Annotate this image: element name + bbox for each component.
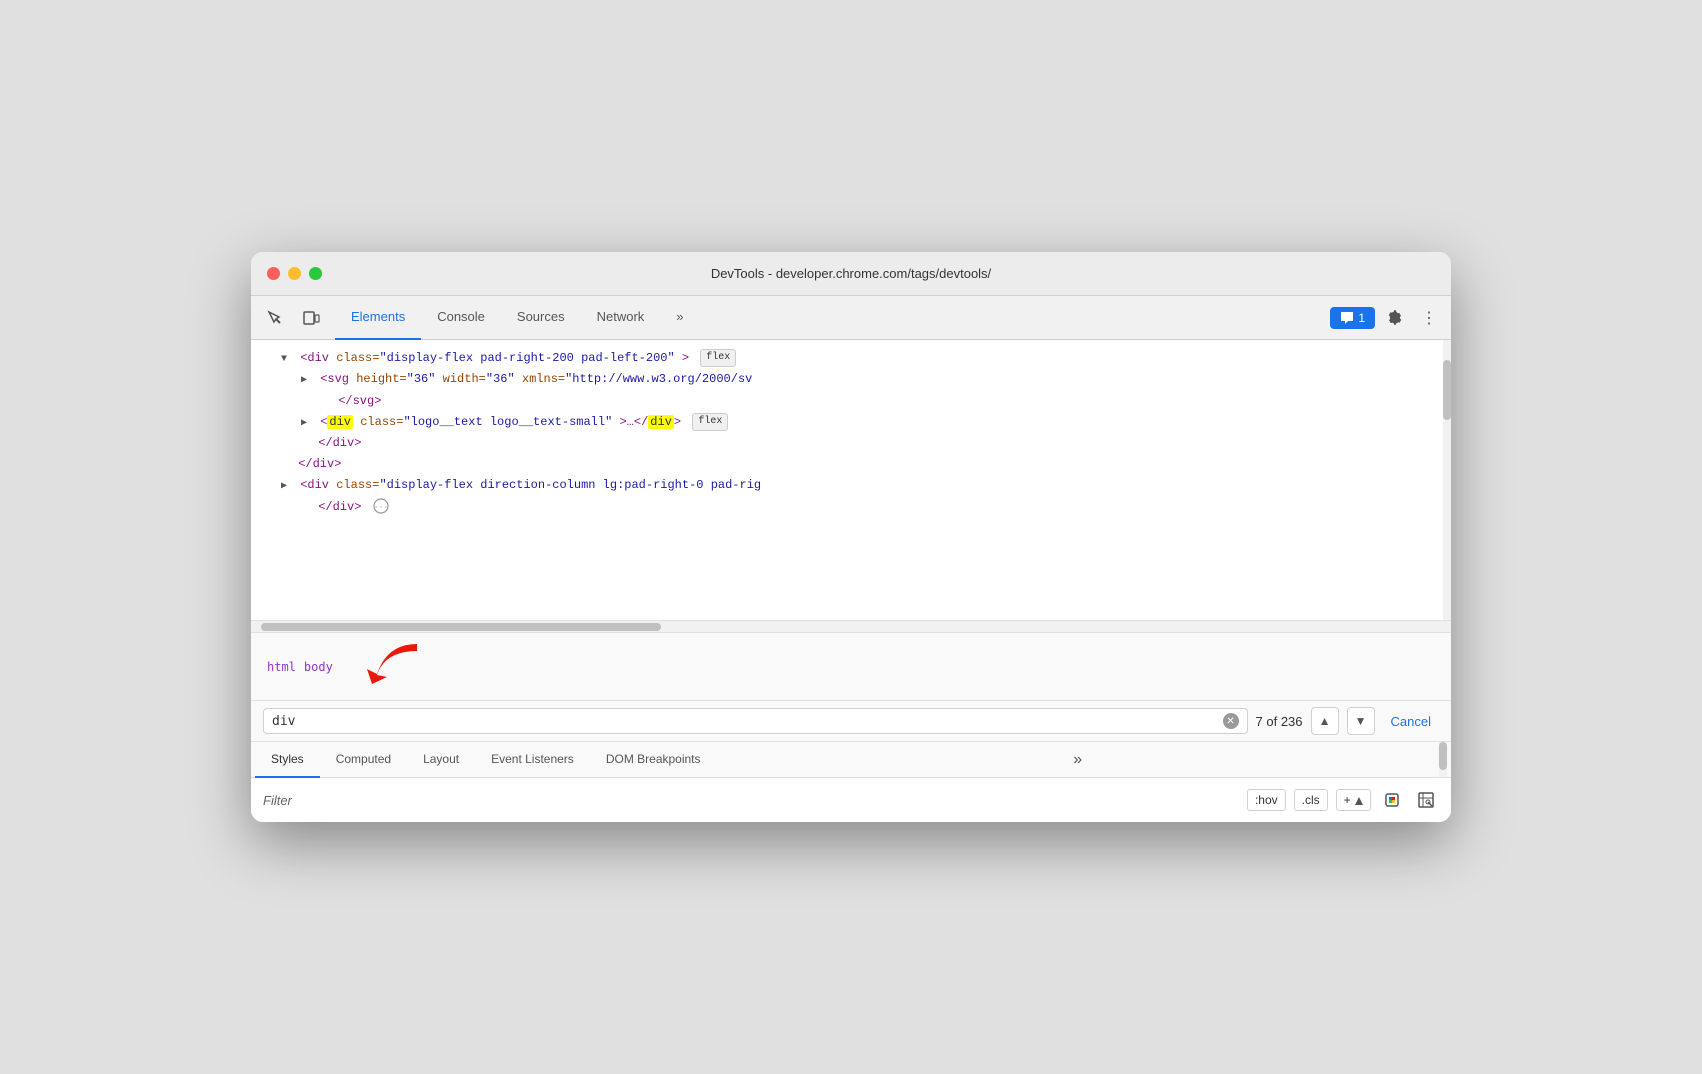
bottom-right-scrollbar <box>1439 742 1447 777</box>
dom-line-1[interactable]: ▼ <div class="display-flex pad-right-200… <box>251 348 1451 369</box>
main-tabs: Elements Console Sources Network » <box>335 296 1326 340</box>
color-picker-button[interactable] <box>1379 787 1405 813</box>
flex-badge-2: flex <box>692 413 728 431</box>
search-bar: ✕ 7 of 236 ▲ ▼ Cancel <box>251 701 1451 742</box>
dom-line-3[interactable]: </svg> <box>251 391 1451 412</box>
breadcrumb-body[interactable]: body <box>300 660 337 674</box>
device-toolbar-button[interactable] <box>295 302 327 334</box>
dom-line-2[interactable]: ▶ <svg height="36" width="36" xmlns="htt… <box>251 369 1451 390</box>
filter-bar: Filter :hov .cls + <box>251 778 1451 822</box>
svg-text:···: ··· <box>373 503 387 512</box>
tab-event-listeners[interactable]: Event Listeners <box>475 742 590 778</box>
flex-badge-1: flex <box>700 349 736 367</box>
cls-button[interactable]: .cls <box>1294 789 1328 811</box>
window-title: DevTools - developer.chrome.com/tags/dev… <box>711 266 991 281</box>
bottom-scrollbar-thumb <box>1439 742 1447 770</box>
titlebar-controls <box>267 267 322 280</box>
tab-dom-breakpoints[interactable]: DOM Breakpoints <box>590 742 717 778</box>
search-cancel-button[interactable]: Cancel <box>1383 714 1439 729</box>
breadcrumb-bar: html body <box>251 632 1451 701</box>
dom-line-5[interactable]: </div> <box>251 433 1451 454</box>
dom-line-7[interactable]: ▶ <div class="display-flex direction-col… <box>251 475 1451 496</box>
filter-actions: :hov .cls + <box>1247 787 1439 813</box>
search-input[interactable] <box>272 714 1219 729</box>
search-count: 7 of 236 <box>1256 714 1303 729</box>
tab-styles[interactable]: Styles <box>255 742 320 778</box>
tab-computed[interactable]: Computed <box>320 742 407 778</box>
filter-label: Filter <box>263 793 292 808</box>
search-next-button[interactable]: ▼ <box>1347 707 1375 735</box>
vertical-scrollbar[interactable] <box>1443 340 1451 620</box>
triangle-right-icon-2[interactable]: ▶ <box>301 416 311 432</box>
bottom-tabs-bar: Styles Computed Layout Event Listeners D… <box>251 742 1451 778</box>
elements-panel: ▼ <div class="display-flex pad-right-200… <box>251 340 1451 620</box>
breadcrumb-html[interactable]: html <box>263 660 300 674</box>
filter-input-area: Filter <box>263 793 1247 808</box>
titlebar: DevTools - developer.chrome.com/tags/dev… <box>251 252 1451 296</box>
search-input-wrapper: ✕ <box>263 708 1248 734</box>
triangle-right-icon-3[interactable]: ▶ <box>281 479 291 495</box>
hov-button[interactable]: :hov <box>1247 789 1286 811</box>
tab-sources[interactable]: Sources <box>501 296 581 340</box>
inspector-button[interactable] <box>1413 787 1439 813</box>
search-clear-button[interactable]: ✕ <box>1223 713 1239 729</box>
tab-layout[interactable]: Layout <box>407 742 475 778</box>
arrow-indicator <box>357 639 437 694</box>
triangle-right-icon[interactable]: ▶ <box>301 373 311 389</box>
maximize-button[interactable] <box>309 267 322 280</box>
close-button[interactable] <box>267 267 280 280</box>
minimize-button[interactable] <box>288 267 301 280</box>
dom-line-6[interactable]: </div> <box>251 454 1451 475</box>
comment-button[interactable]: 1 <box>1330 307 1375 329</box>
vertical-scrollbar-thumb[interactable] <box>1443 360 1451 420</box>
inspect-tool-button[interactable] <box>259 302 291 334</box>
dom-line-8[interactable]: </div> ··· <box>251 497 1451 518</box>
settings-button[interactable] <box>1381 304 1409 332</box>
horizontal-scrollbar[interactable] <box>251 620 1451 632</box>
tab-more[interactable]: » <box>660 296 699 340</box>
horizontal-scrollbar-thumb[interactable] <box>261 623 661 631</box>
search-prev-button[interactable]: ▲ <box>1311 707 1339 735</box>
highlight-div-open: div <box>327 415 353 429</box>
dom-line-4[interactable]: ▶ <div class="logo__text logo__text-smal… <box>251 412 1451 433</box>
highlight-div-close: div <box>648 415 674 429</box>
new-rule-button[interactable]: + <box>1336 789 1371 811</box>
tab-console[interactable]: Console <box>421 296 501 340</box>
triangle-down-icon[interactable]: ▼ <box>281 352 291 368</box>
toolbar-right: 1 ⋮ <box>1330 304 1443 332</box>
more-options-button[interactable]: ⋮ <box>1415 304 1443 332</box>
devtools-window: DevTools - developer.chrome.com/tags/dev… <box>251 252 1451 822</box>
devtools-toolbar: Elements Console Sources Network » 1 <box>251 296 1451 340</box>
tab-elements[interactable]: Elements <box>335 296 421 340</box>
tab-network[interactable]: Network <box>581 296 661 340</box>
tab-more-button[interactable]: » <box>1065 742 1090 778</box>
